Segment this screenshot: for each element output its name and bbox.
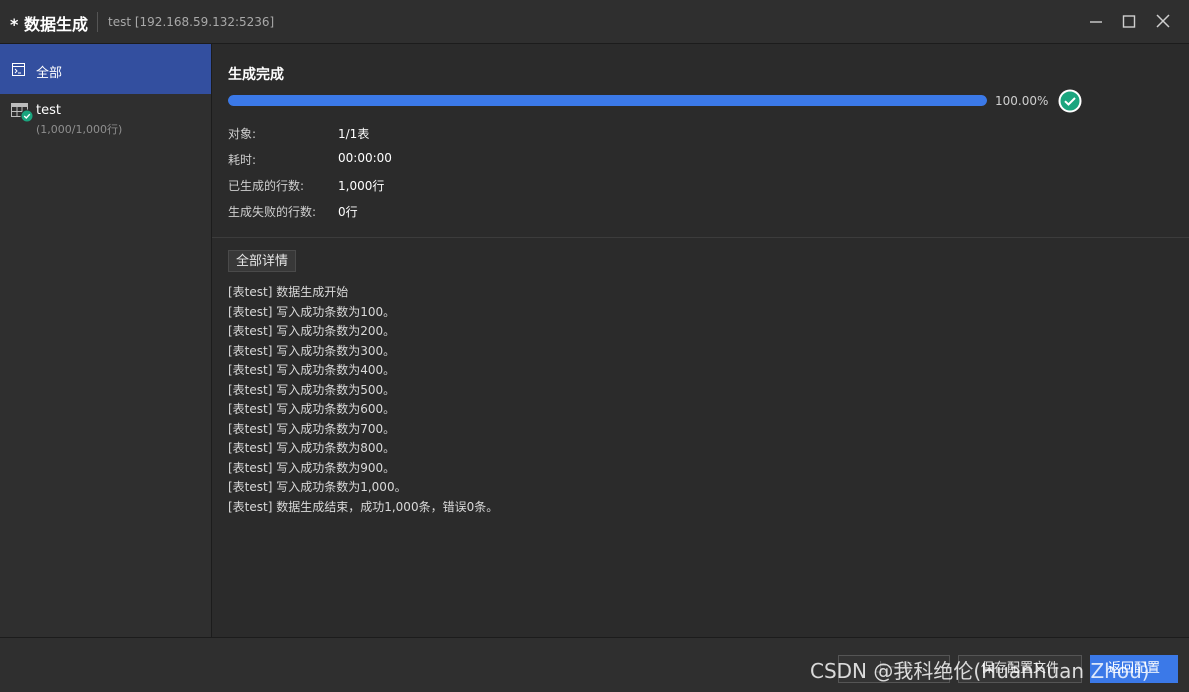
row-count-label: (1,000/1,000行) <box>36 123 123 136</box>
log-line: [表test] 写入成功条数为1,000。 <box>228 480 407 494</box>
log-line: [表test] 数据生成开始 <box>228 285 349 299</box>
info-key: 已生成的行数: <box>228 179 305 193</box>
status-title: 生成完成 <box>228 67 284 83</box>
sidebar: 全部 test (1,000/1,000行) <box>0 44 212 637</box>
main-panel: 生成完成 100.00% 对象: 1/1表 耗时: 00:00:00 已生成的行… <box>212 44 1189 637</box>
sidebar-item-test[interactable]: test (1,000/1,000行) <box>0 98 211 146</box>
log-line: [表test] 写入成功条数为600。 <box>228 402 396 416</box>
console-icon <box>12 63 25 76</box>
log-line: [表test] 写入成功条数为300。 <box>228 343 396 358</box>
footer-bar: 上一步 保存配置文件 返回配置 <box>0 637 1189 692</box>
sidebar-item-all[interactable]: 全部 <box>0 44 211 94</box>
close-button[interactable] <box>1154 12 1172 30</box>
progress-bar <box>228 95 987 106</box>
progress-fill <box>228 95 987 106</box>
section-divider <box>212 237 1189 238</box>
info-value: 1/1表 <box>338 127 370 141</box>
success-check-icon <box>1058 89 1082 113</box>
connection-label: test [192.168.59.132:5236] <box>108 15 275 29</box>
log-line: [表test] 写入成功条数为900。 <box>228 460 396 475</box>
log-line: [表test] 数据生成结束，成功1,000条，错误0条。 <box>228 499 499 514</box>
info-value: 0行 <box>338 205 358 219</box>
log-line: [表test] 写入成功条数为100。 <box>228 304 396 319</box>
back-to-config-button[interactable]: 返回配置 <box>1090 655 1178 683</box>
save-config-button[interactable]: 保存配置文件 <box>958 655 1082 683</box>
info-value: 00:00:00 <box>338 151 392 165</box>
close-icon <box>1156 14 1170 28</box>
log-line: [表test] 写入成功条数为200。 <box>228 324 396 338</box>
log-line: [表test] 写入成功条数为500。 <box>228 382 396 397</box>
log-line: [表test] 写入成功条数为400。 <box>228 363 396 377</box>
sidebar-item-label: test <box>36 103 61 118</box>
info-key: 生成失败的行数: <box>228 205 317 219</box>
maximize-icon <box>1122 15 1136 28</box>
info-key: 对象: <box>228 127 257 141</box>
info-value: 1,000行 <box>338 179 385 193</box>
all-details-button[interactable]: 全部详情 <box>228 250 297 272</box>
table-icon <box>11 103 34 123</box>
previous-step-button[interactable]: 上一步 <box>838 655 950 683</box>
log-line: [表test] 写入成功条数为800。 <box>228 441 396 455</box>
sidebar-item-label: 全部 <box>36 66 63 81</box>
progress-percent: 100.00% <box>995 94 1049 108</box>
title-divider <box>97 12 98 32</box>
maximize-button[interactable] <box>1120 12 1138 30</box>
minimize-button[interactable] <box>1087 12 1105 30</box>
window-title: * 数据生成 <box>10 15 88 34</box>
title-bar: * 数据生成 test [192.168.59.132:5236] <box>0 0 1189 44</box>
minimize-icon <box>1090 21 1102 23</box>
log-output: [表test] 数据生成开始 [表test] 写入成功条数为100。 [表tes… <box>228 283 498 517</box>
log-line: [表test] 写入成功条数为700。 <box>228 421 396 436</box>
info-key: 耗时: <box>228 153 257 167</box>
